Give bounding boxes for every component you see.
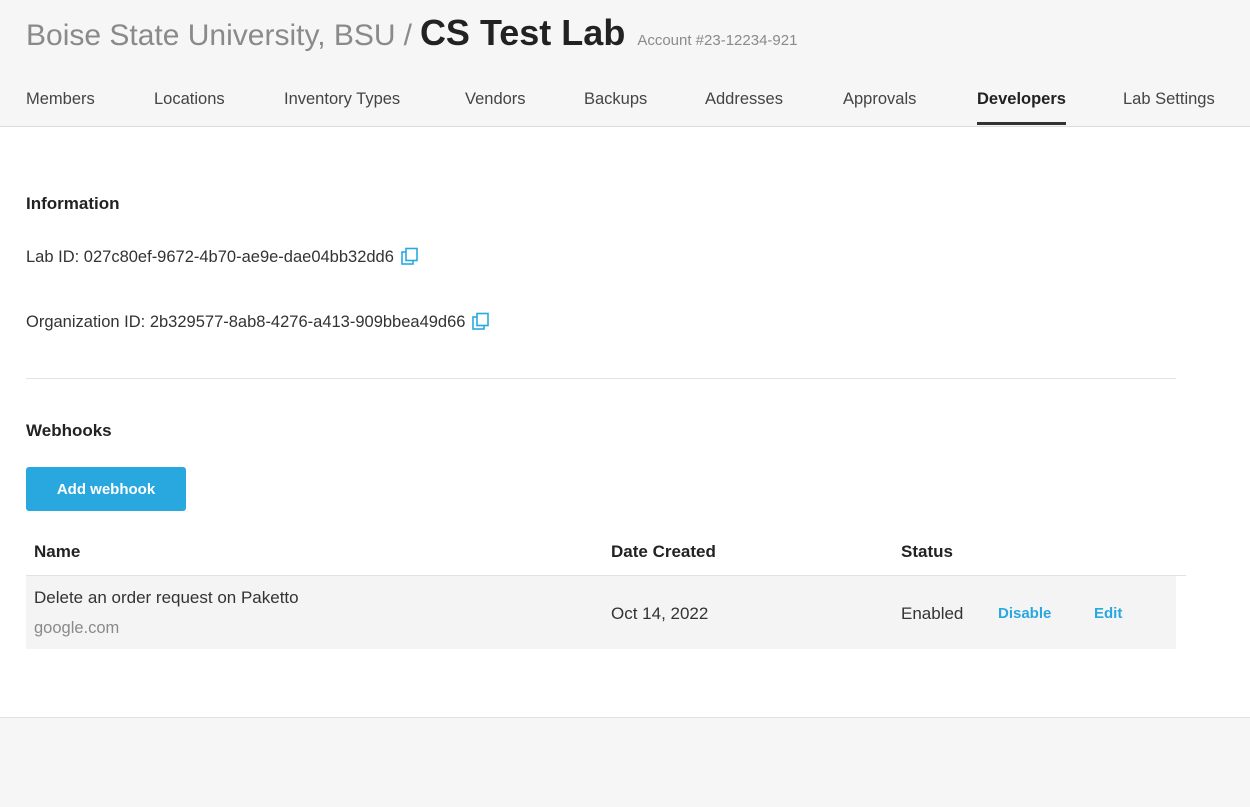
organization-id-line: Organization ID: 2b329577-8ab8-4276-a413… xyxy=(26,312,491,332)
account-number: Account #23-12234-921 xyxy=(637,32,798,49)
webhook-url: google.com xyxy=(34,619,120,637)
webhooks-heading: Webhooks xyxy=(26,421,112,440)
disable-link[interactable]: Disable xyxy=(998,605,1051,622)
tab-members[interactable]: Members xyxy=(26,90,95,124)
copy-icon[interactable] xyxy=(471,312,491,332)
tab-inventory-types[interactable]: Inventory Types xyxy=(284,90,400,124)
tab-approvals[interactable]: Approvals xyxy=(843,90,916,124)
information-heading: Information xyxy=(26,194,120,213)
page-footer xyxy=(0,717,1250,807)
table-row: Delete an order request on Paketto googl… xyxy=(26,576,1176,649)
column-header-name: Name xyxy=(34,542,81,561)
tab-bar: Members Locations Inventory Types Vendor… xyxy=(0,84,1250,126)
section-divider xyxy=(26,378,1176,379)
webhook-name: Delete an order request on Paketto xyxy=(34,588,299,607)
page-title: Boise State University, BSU / CS Test La… xyxy=(26,12,797,54)
column-header-date-created: Date Created xyxy=(611,542,716,561)
lab-id-value: 027c80ef-9672-4b70-ae9e-dae04bb32dd6 xyxy=(83,247,394,266)
copy-icon[interactable] xyxy=(400,247,420,267)
webhook-date-created: Oct 14, 2022 xyxy=(611,604,709,623)
add-webhook-button[interactable]: Add webhook xyxy=(26,467,186,511)
tab-backups[interactable]: Backups xyxy=(584,90,647,124)
organization-name[interactable]: Boise State University, BSU xyxy=(26,19,396,53)
tab-addresses[interactable]: Addresses xyxy=(705,90,783,124)
lab-name: CS Test Lab xyxy=(419,12,626,53)
title-separator: / xyxy=(403,19,412,52)
organization-id-value: 2b329577-8ab8-4276-a413-909bbea49d66 xyxy=(149,312,466,331)
tab-lab-settings[interactable]: Lab Settings xyxy=(1123,90,1215,124)
tab-locations[interactable]: Locations xyxy=(154,90,225,124)
column-header-status: Status xyxy=(901,542,953,561)
tab-vendors[interactable]: Vendors xyxy=(465,90,526,124)
organization-id-label: Organization ID: xyxy=(26,312,146,331)
webhook-status: Enabled xyxy=(901,604,964,623)
page-header: Boise State University, BSU / CS Test La… xyxy=(0,0,1250,127)
lab-id-line: Lab ID: 027c80ef-9672-4b70-ae9e-dae04bb3… xyxy=(26,247,420,267)
edit-link[interactable]: Edit xyxy=(1094,605,1122,622)
lab-id-label: Lab ID: xyxy=(26,247,80,266)
tab-developers[interactable]: Developers xyxy=(977,90,1066,125)
